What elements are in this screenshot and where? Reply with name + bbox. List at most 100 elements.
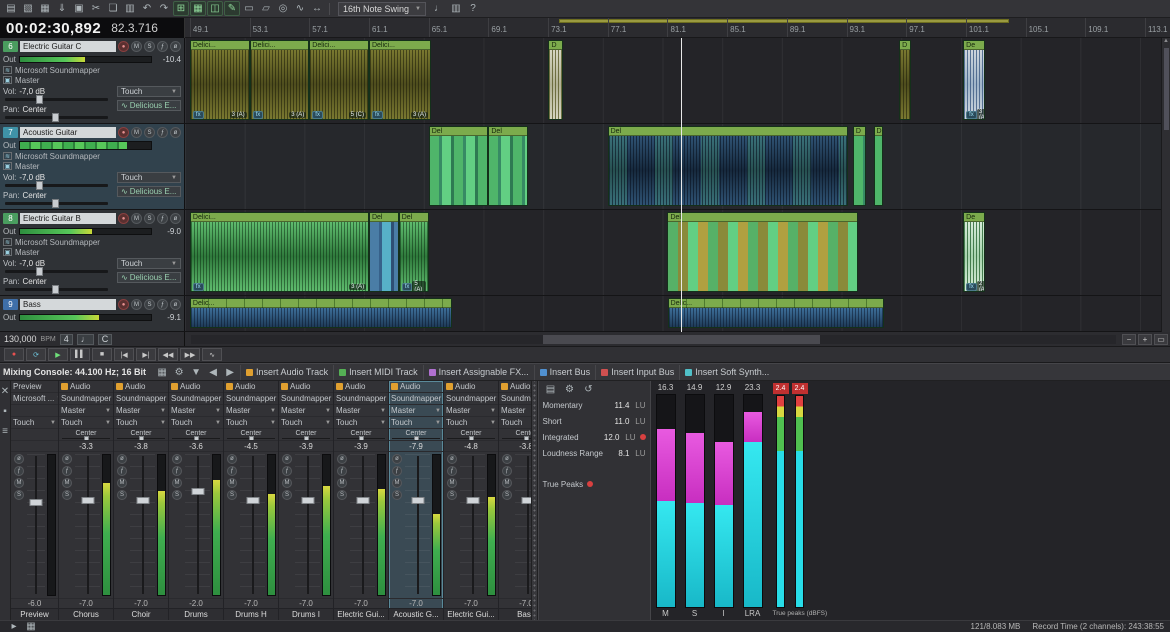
forward-button[interactable]: ▶▶ [180, 348, 200, 361]
rewind-button[interactable]: ◀◀ [158, 348, 178, 361]
paint-tool-icon[interactable]: ▱ [258, 1, 274, 16]
audio-clip[interactable]: Delici...fx3 (A) [190, 212, 369, 292]
automation-mode-select[interactable]: Touch▼ [117, 172, 181, 183]
volume-slider-thumb[interactable] [36, 267, 43, 276]
strip-automation-select[interactable]: Touch▼ [499, 417, 531, 429]
audio-clip[interactable]: Delici...fx5 (C) [309, 40, 369, 120]
track-solo-button[interactable]: S [144, 213, 155, 224]
clip-fx-icon[interactable]: fx [193, 111, 204, 119]
track-bus-select[interactable]: Master [15, 162, 39, 171]
insert-button-insert-soft-synth[interactable]: Insert Soft Synth... [679, 365, 774, 380]
loudness-settings-icon[interactable]: ⚙ [562, 382, 578, 397]
strip-pan-control[interactable]: Center [499, 429, 531, 441]
channel-fader[interactable] [350, 454, 375, 596]
fader-thumb[interactable] [521, 497, 531, 504]
strip-device-select[interactable]: Soundmapper▼ [334, 393, 388, 405]
strip-phase-button[interactable]: ø [337, 454, 347, 464]
track-fx-button[interactable]: ƒ [157, 41, 168, 52]
strip-type[interactable]: Preview [11, 381, 58, 393]
strip-phase-button[interactable]: ø [392, 454, 402, 464]
strip-mute-button[interactable]: M [172, 478, 182, 488]
insert-button-insert-midi-track[interactable]: Insert MIDI Track [333, 365, 423, 380]
strip-solo-button[interactable]: S [337, 490, 347, 500]
track-arm-button[interactable]: ● [118, 213, 129, 224]
track-solo-button[interactable]: S [144, 41, 155, 52]
strip-output-select[interactable]: Master▼ [279, 405, 333, 417]
strip-pan-control[interactable]: Center [59, 429, 113, 441]
track-fx-button[interactable]: ƒ [157, 127, 168, 138]
scrollbar-thumb[interactable] [1164, 48, 1169, 130]
track-arm-button[interactable]: ● [118, 299, 129, 310]
strip-type[interactable]: Audio [59, 381, 113, 393]
track-fx-button[interactable]: ƒ [157, 299, 168, 310]
track-device-select[interactable]: Microsoft Soundmapper [15, 238, 100, 247]
audio-clip[interactable]: D [548, 40, 563, 120]
track-phase-button[interactable]: ø [170, 213, 181, 224]
strip-automation-select[interactable]: Touch▼ [114, 417, 168, 429]
mixer-views-icon[interactable]: ▦ [154, 365, 170, 380]
strip-type[interactable]: Audio [169, 381, 223, 393]
channel-fader[interactable] [75, 454, 100, 596]
track-name[interactable]: Acoustic Guitar [20, 127, 116, 138]
strip-pan-control[interactable]: Center [114, 429, 168, 441]
strip-fx-button[interactable]: ƒ [62, 466, 72, 476]
timeline-vertical-scrollbar[interactable]: ▲ [1161, 38, 1170, 332]
audio-clip[interactable]: Del [608, 126, 848, 206]
envelope-tool-icon[interactable]: ∿ [292, 1, 308, 16]
audio-clip[interactable]: Delfx5 (A) [399, 212, 429, 292]
fader-thumb[interactable] [30, 499, 43, 506]
audio-clip[interactable]: Del [429, 126, 489, 206]
note-value-icon[interactable]: ♩ [77, 334, 94, 345]
fader-thumb[interactable] [356, 497, 369, 504]
zoom-out-button[interactable]: − [1122, 334, 1136, 345]
scrollbar-thumb[interactable] [543, 335, 821, 344]
track-device-select[interactable]: Microsoft Soundmapper [15, 152, 100, 161]
strip-output-select[interactable] [11, 405, 58, 417]
channel-fader[interactable] [130, 454, 155, 596]
insert-button-insert-assignable-fx[interactable]: Insert Assignable FX... [423, 365, 534, 380]
track-fx-chain-button[interactable]: ∿Delicious E... [117, 100, 181, 111]
strip-type[interactable]: Audio [279, 381, 333, 393]
scroll-up-icon[interactable]: ▲ [1163, 38, 1169, 44]
track-lane[interactable]: Delic...Delic... [185, 296, 1170, 331]
insert-button-insert-audio-track[interactable]: Insert Audio Track [240, 365, 333, 380]
strip-fx-button[interactable]: ƒ [502, 466, 512, 476]
strip-solo-button[interactable]: S [172, 490, 182, 500]
audio-clip[interactable]: Del [488, 126, 527, 206]
track-lane[interactable]: DelDelDelDD [185, 124, 1170, 209]
insert-button-insert-input-bus[interactable]: Insert Input Bus [595, 365, 679, 380]
strip-solo-button[interactable]: S [392, 490, 402, 500]
strip-phase-button[interactable]: ø [282, 454, 292, 464]
pan-slider-thumb[interactable] [52, 199, 59, 208]
strip-solo-button[interactable]: S [502, 490, 512, 500]
selection-tool-icon[interactable]: ▭ [241, 1, 257, 16]
audio-clip[interactable]: Del [369, 212, 399, 292]
strip-mute-button[interactable]: M [282, 478, 292, 488]
strip-mute-button[interactable]: M [62, 478, 72, 488]
strip-type[interactable]: Audio [114, 381, 168, 393]
strip-solo-button[interactable]: S [227, 490, 237, 500]
audio-clip[interactable]: D [874, 126, 884, 206]
track-bus-select[interactable]: Master [15, 76, 39, 85]
fader-thumb[interactable] [81, 497, 94, 504]
loop-playback-button[interactable]: ⟳ [26, 348, 46, 361]
track-arm-button[interactable]: ● [118, 127, 129, 138]
track-phase-button[interactable]: ø [170, 299, 181, 310]
timeline-horizontal-scrollbar[interactable] [191, 335, 1116, 344]
draw-tool-icon[interactable]: ✎ [224, 1, 240, 16]
channel-fader[interactable] [515, 454, 531, 596]
track-name[interactable]: Electric Guitar B [20, 213, 116, 224]
clip-fx-icon[interactable]: fx [966, 111, 977, 119]
strip-mute-button[interactable]: M [117, 478, 127, 488]
play-button[interactable]: ▶ [48, 348, 68, 361]
strip-pan-control[interactable]: Center [224, 429, 278, 441]
fader-thumb[interactable] [136, 497, 149, 504]
go-to-start-button[interactable]: |◀ [114, 348, 134, 361]
strip-phase-button[interactable]: ø [172, 454, 182, 464]
automation-mode-select[interactable]: Touch▼ [117, 86, 181, 97]
track-fx-button[interactable]: ƒ [157, 213, 168, 224]
properties-icon[interactable]: ▣ [71, 1, 87, 16]
insert-button-insert-bus[interactable]: Insert Bus [534, 365, 596, 380]
pan-slider-thumb[interactable] [52, 113, 59, 122]
strip-output-select[interactable]: Master▼ [334, 405, 388, 417]
